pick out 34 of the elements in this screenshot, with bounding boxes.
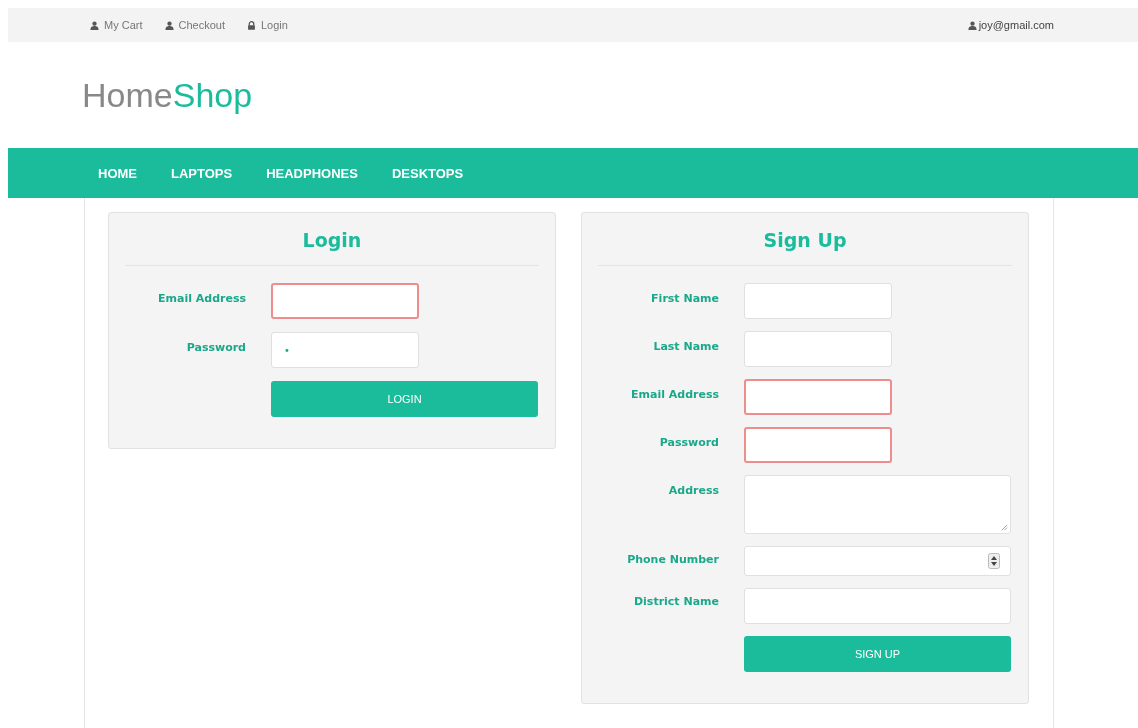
resize-grip-icon	[1001, 524, 1008, 531]
top-link[interactable]: My Cart	[90, 19, 143, 31]
field-label: Password	[185, 340, 246, 354]
signup-button[interactable]: SIGN UP	[744, 636, 1011, 672]
number-field[interactable]	[744, 546, 1011, 576]
spinner-icon[interactable]	[988, 553, 1000, 569]
field-label: Password	[658, 435, 719, 449]
field-label: Email Address	[157, 291, 246, 305]
nav-item[interactable]: LAPTOPS	[171, 165, 233, 181]
address-textarea[interactable]	[744, 475, 1011, 534]
field-label: Last Name	[652, 339, 719, 353]
input-field[interactable]	[744, 379, 892, 415]
field-label: Phone Number	[626, 552, 719, 566]
user-icon	[164, 20, 174, 30]
field-label: Email Address	[630, 387, 719, 401]
user-icon	[90, 20, 99, 30]
nav-item[interactable]: DESKTOPS	[391, 165, 464, 181]
nav-item[interactable]: HOME	[98, 165, 137, 181]
top-link[interactable]: Login	[247, 19, 288, 31]
lock-icon	[247, 20, 256, 30]
input-field[interactable]	[271, 283, 419, 319]
user-icon	[967, 20, 977, 30]
field-label: District Name	[632, 594, 719, 608]
field-label: First Name	[650, 291, 719, 305]
input-field[interactable]	[744, 427, 892, 463]
card-title: Sign Up	[598, 229, 1012, 266]
account-link[interactable]: joy@gmail.com	[967, 19, 1054, 31]
field-label: Address	[667, 483, 719, 497]
top-link[interactable]: Checkout	[164, 19, 225, 31]
login-button[interactable]: LOGIN	[271, 381, 538, 417]
logo[interactable]: HomeShop	[82, 76, 253, 140]
nav-item[interactable]: HEADPHONES	[266, 165, 358, 181]
input-field[interactable]: •	[271, 332, 419, 368]
card-title: Login	[125, 229, 539, 266]
